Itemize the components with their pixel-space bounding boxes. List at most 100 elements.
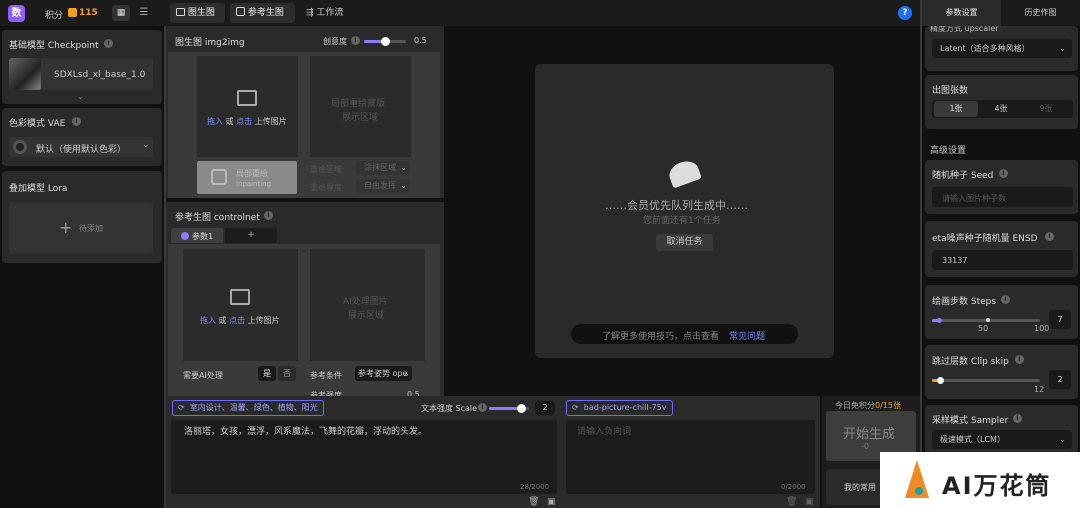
- tab-label: 参考生图: [247, 8, 284, 18]
- clip-slider[interactable]: [932, 377, 1040, 384]
- app-logo[interactable]: 数: [8, 5, 25, 22]
- free-label: 今日免积分0/15张: [835, 400, 901, 411]
- drag-link[interactable]: 拖入: [200, 316, 216, 325]
- tag-text: 室内设计、温馨、绿色、植物、阳光: [189, 403, 318, 412]
- sampler-select[interactable]: 极速模式（LCM） ⌄: [932, 430, 1072, 449]
- negative-tag[interactable]: ⟳ bad-picture-chill-75v: [566, 400, 673, 416]
- param-tab-add[interactable]: +: [225, 228, 277, 243]
- select-value: 涂抹区域: [364, 163, 396, 172]
- scale-slider[interactable]: [489, 404, 529, 413]
- info-icon[interactable]: i: [478, 403, 487, 412]
- redraw-level-label: 重绘程度: [310, 183, 342, 192]
- tab-history[interactable]: 历史作图: [1001, 0, 1080, 26]
- need-ai-yes[interactable]: 是: [258, 366, 276, 381]
- or-text: 或: [216, 316, 230, 325]
- count-option-9[interactable]: 9张: [1024, 101, 1068, 117]
- drag-link[interactable]: 拖入: [207, 117, 223, 126]
- tab-reference[interactable]: 参考生图: [230, 3, 295, 23]
- need-ai-no[interactable]: 否: [278, 366, 296, 381]
- info-icon[interactable]: i: [104, 39, 113, 48]
- upload-text: 上传图片: [252, 117, 287, 126]
- points-value: 115: [79, 8, 98, 18]
- help-icon[interactable]: ?: [898, 6, 912, 20]
- condition-select[interactable]: 参考姿势 ope ⌄: [355, 366, 412, 381]
- eta-value: 33137: [942, 256, 968, 265]
- info-icon[interactable]: i: [264, 211, 273, 220]
- chevron-down-icon: ⌄: [1059, 435, 1066, 444]
- grid-view-icon[interactable]: ▦: [112, 5, 130, 21]
- free-total: /15张: [880, 401, 901, 410]
- steps-mid: 50: [978, 324, 989, 333]
- coin-icon: [68, 8, 77, 17]
- plus-icon: +: [59, 218, 73, 237]
- faq-link[interactable]: 常见问题: [729, 329, 765, 342]
- clip-title: 跳过层数 Clip skip: [932, 357, 1009, 367]
- redraw-level-select[interactable]: 自由发挥 ⌄: [356, 179, 410, 193]
- queue-text: ……会员优先队列生成中……: [605, 199, 748, 212]
- watermark-dot-icon: [915, 487, 923, 495]
- clip-input[interactable]: 2: [1049, 370, 1071, 389]
- my-common-label: 我的常用: [844, 483, 876, 492]
- points-label: 积分: [45, 11, 64, 21]
- vae-title: 色彩模式 VAE: [9, 119, 66, 129]
- steps-max: 100: [1034, 324, 1050, 333]
- color-circle-icon: [13, 140, 27, 154]
- count-option-1[interactable]: 1张: [934, 101, 978, 117]
- steps-input[interactable]: 7: [1049, 310, 1071, 329]
- info-icon[interactable]: i: [1045, 232, 1054, 241]
- click-link[interactable]: 点击: [229, 316, 245, 325]
- redraw-area-select[interactable]: 涂抹区域 ⌄: [356, 161, 410, 175]
- creativity-slider[interactable]: [364, 37, 406, 46]
- steps-slider[interactable]: [932, 318, 1040, 323]
- generate-cost: -0: [861, 442, 869, 451]
- check-circle-icon: [181, 232, 189, 240]
- save-icon[interactable]: ▣: [547, 497, 556, 507]
- lora-add-label: 待添加: [79, 224, 103, 233]
- info-icon[interactable]: i: [999, 169, 1008, 178]
- controlnet-upload-area[interactable]: [183, 249, 298, 361]
- redraw-area-label: 重绘区域: [310, 165, 342, 174]
- sampler-title: 采样模式 Sampler: [932, 416, 1009, 426]
- chevron-down-icon: ⌄: [403, 369, 410, 378]
- mask-line1: 局部重绘蒙版: [331, 99, 386, 109]
- scale-input[interactable]: 2: [535, 401, 555, 415]
- chevron-down-icon[interactable]: ⌄: [77, 92, 84, 101]
- info-icon[interactable]: i: [351, 36, 360, 45]
- trash-icon[interactable]: 🗑: [786, 497, 797, 507]
- tip-text: 了解更多使用技巧，点击查看: [602, 332, 720, 342]
- tab-workflow[interactable]: ⇶ 工作流: [302, 3, 357, 23]
- or-text: 或: [223, 117, 237, 126]
- cancel-task-button[interactable]: 取消任务: [656, 234, 713, 251]
- slider-knob[interactable]: [380, 37, 390, 46]
- select-value: 极速模式（LCM）: [940, 435, 1005, 444]
- prompt-tag[interactable]: ⟳ 室内设计、温馨、绿色、植物、阳光: [172, 400, 324, 416]
- prompt-count: 28/2000: [520, 483, 550, 491]
- trash-icon[interactable]: 🗑: [528, 497, 539, 507]
- tab-params[interactable]: 参数设置: [922, 0, 1001, 26]
- tab-img2img[interactable]: 图生图: [170, 3, 225, 23]
- save-icon[interactable]: ▣: [805, 497, 814, 507]
- upscaler-select[interactable]: Latent（适合多种风格） ⌄: [932, 39, 1072, 58]
- info-icon[interactable]: i: [1013, 414, 1022, 423]
- steps-title: 绘画步数 Steps: [932, 297, 997, 307]
- seed-placeholder: 请输入图片种子数: [942, 194, 1006, 203]
- need-ai-label: 需要AI处理: [183, 371, 223, 380]
- select-value: 参考姿势 ope: [358, 369, 408, 378]
- vae-value: 默认（使用默认色彩）: [36, 145, 127, 155]
- refresh-icon: ⟳: [178, 403, 185, 412]
- slider-knob[interactable]: [516, 404, 526, 413]
- info-icon[interactable]: i: [72, 117, 81, 126]
- click-link[interactable]: 点击: [236, 117, 252, 126]
- list-view-icon[interactable]: ☰: [135, 5, 153, 21]
- chevron-down-icon[interactable]: ⌄: [142, 140, 150, 150]
- img2img-title: 图生图 img2img: [175, 38, 245, 48]
- count-option-4[interactable]: 4张: [979, 101, 1023, 117]
- controlnet-title: 参考生图 controlnet: [175, 213, 260, 223]
- chevron-down-icon: ⌄: [400, 181, 407, 190]
- img2img-upload-area[interactable]: [197, 56, 298, 157]
- info-icon[interactable]: i: [1001, 295, 1010, 304]
- scale-label: 文本强度 Scale: [421, 404, 478, 413]
- info-icon[interactable]: i: [1015, 355, 1024, 364]
- watermark-text: AI万花筒: [942, 472, 1052, 500]
- reference-icon: [236, 7, 245, 16]
